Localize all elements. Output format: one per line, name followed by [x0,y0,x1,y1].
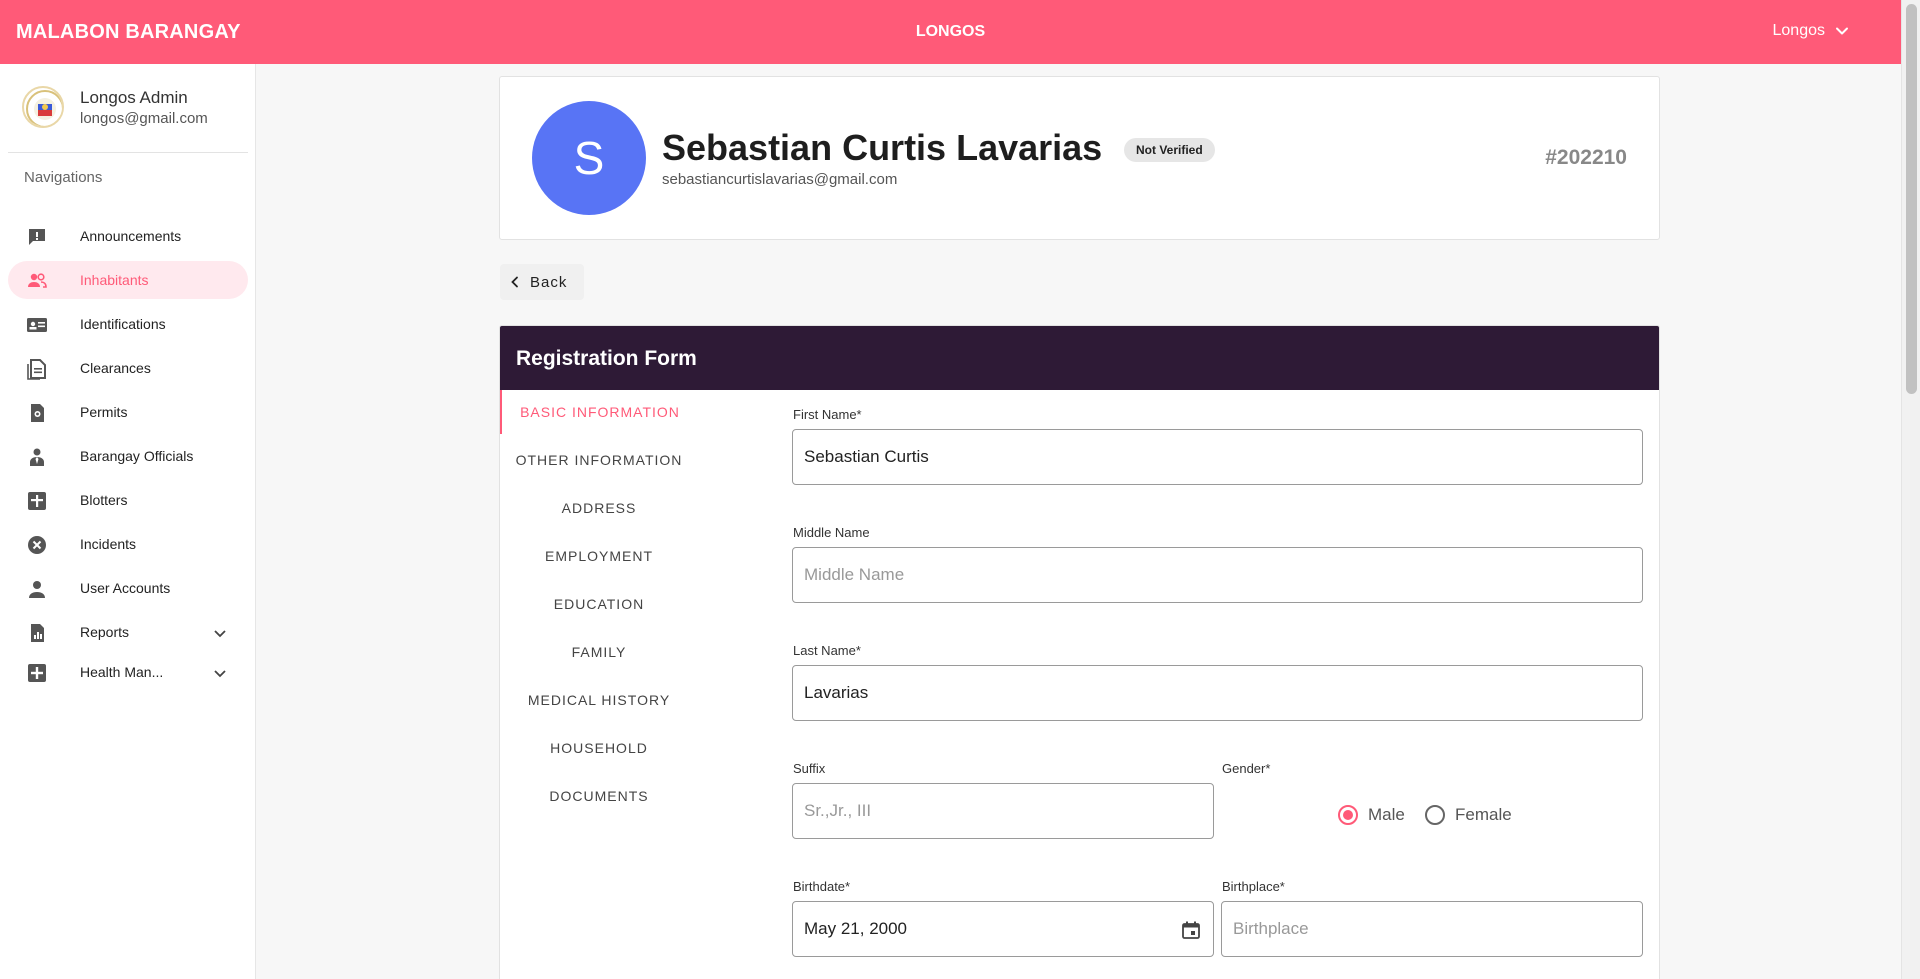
tab-address[interactable]: ADDRESS [500,486,698,530]
gender-label: Gender* [1222,761,1271,776]
sidebar-item-inhabitants[interactable]: Inhabitants [8,261,248,299]
sidebar-item-label: Barangay Officials [80,448,194,464]
sidebar-item-label: Incidents [80,536,137,552]
tab-education[interactable]: EDUCATION [500,582,698,626]
sidebar-item-label: Reports [80,624,130,640]
sidebar-item-label: Identifications [80,316,166,332]
middle-name-field[interactable]: Middle Name [792,547,1643,603]
back-button[interactable]: Back [500,264,584,300]
first-name-label: First Name* [793,407,862,422]
chevron-left-icon [511,276,518,288]
divider [8,152,248,153]
user-menu[interactable]: Longos [1773,22,1850,40]
people-icon [28,273,47,288]
sidebar-item-barangay-officials[interactable]: Barangay Officials [8,437,248,475]
last-name-label: Last Name* [793,643,861,658]
sidebar-item-health-management[interactable]: Health Man... [8,653,248,691]
first-name-value: Sebastian Curtis [804,447,929,466]
sidebar-item-reports[interactable]: Reports [8,613,248,651]
sidebar-item-label: Clearances [80,360,151,376]
top-bar: MALABON BARANGAY LONGOS Longos [0,0,1901,64]
middle-name-label: Middle Name [793,525,870,540]
sidebar-item-blotters[interactable]: Blotters [8,481,248,519]
suffix-placeholder: Sr.,Jr., III [804,801,872,820]
chevron-down-icon[interactable] [212,665,228,681]
inhabitant-id: #202210 [1545,146,1627,169]
gender-male-label[interactable]: Male [1368,805,1405,825]
permit-icon [31,404,44,422]
sidebar-item-announcements[interactable]: Announcements [8,217,248,255]
document-icon [27,359,46,380]
sidebar: Longos Admin longos@gmail.com Navigation… [0,64,256,979]
sidebar-item-label: Health Man... [80,664,164,680]
id-card-icon [27,318,47,332]
avatar: S [532,101,646,215]
sidebar-item-label: Permits [80,404,128,420]
inhabitant-profile-card: S Sebastian Curtis Lavarias Not Verified… [499,76,1660,240]
sidebar-item-label: User Accounts [80,580,171,596]
birthdate-value: May 21, 2000 [804,919,908,938]
sidebar-item-label: Inhabitants [80,272,149,288]
sidebar-item-label: Blotters [80,492,128,508]
sidebar-item-incidents[interactable]: Incidents [8,525,248,563]
barangay-title: LONGOS [915,23,986,40]
tab-household[interactable]: HOUSEHOLD [500,726,698,770]
birthdate-field[interactable]: May 21, 2000 [792,901,1214,957]
birthplace-field[interactable]: Birthplace [1221,901,1643,957]
suffix-label: Suffix [793,761,826,776]
sidebar-item-user-accounts[interactable]: User Accounts [8,569,248,607]
birthplace-label: Birthplace* [1222,879,1285,894]
tab-family[interactable]: FAMILY [500,630,698,674]
form-title: Registration Form [516,347,697,370]
tab-medical-history[interactable]: MEDICAL HISTORY [500,678,698,722]
admin-email: longos@gmail.com [80,110,208,127]
announcement-icon [29,229,45,245]
incident-icon [28,536,46,554]
gender-male-radio[interactable] [1338,805,1358,825]
nav-heading: Navigations [24,169,103,186]
first-name-field[interactable]: Sebastian Curtis [792,429,1643,485]
birthplace-placeholder: Birthplace [1233,919,1309,938]
report-icon [31,624,44,642]
sidebar-item-clearances[interactable]: Clearances [8,349,248,387]
health-icon [28,664,46,682]
sidebar-item-label: Announcements [80,228,182,244]
chevron-down-icon [1836,27,1848,35]
tab-basic-information[interactable]: BASIC INFORMATION [500,390,698,434]
tab-documents[interactable]: DOCUMENTS [500,774,698,818]
birthdate-label: Birthdate* [793,879,851,894]
middle-name-placeholder: Middle Name [804,565,905,584]
tab-other-information[interactable]: OTHER INFORMATION [500,438,698,482]
calendar-icon[interactable] [1181,920,1201,940]
scrollbar-thumb[interactable] [1906,4,1917,394]
inhabitant-email: sebastiancurtislavarias@gmail.com [662,171,898,188]
registration-form: Registration Form BASIC INFORMATION OTHE… [499,325,1660,979]
page-scrollbar[interactable] [1901,0,1920,979]
sidebar-item-permits[interactable]: Permits [8,393,248,431]
suffix-field[interactable]: Sr.,Jr., III [792,783,1214,839]
back-label: Back [530,274,568,291]
blotter-icon [28,492,46,510]
tab-employment[interactable]: EMPLOYMENT [500,534,698,578]
chevron-down-icon[interactable] [212,625,228,641]
gender-female-radio[interactable] [1425,805,1445,825]
sidebar-item-identifications[interactable]: Identifications [8,305,248,343]
form-header: Registration Form [500,326,1659,390]
status-badge: Not Verified [1124,138,1215,162]
user-icon [29,581,45,598]
inhabitant-name: Sebastian Curtis Lavarias [662,127,1103,168]
admin-name: Longos Admin [80,88,188,107]
admin-profile: Longos Admin longos@gmail.com [0,64,255,152]
last-name-field[interactable]: Lavarias [792,665,1643,721]
official-icon [30,448,44,466]
avatar [22,86,64,128]
user-menu-label: Longos [1772,22,1826,39]
last-name-value: Lavarias [804,683,869,702]
gender-female-label[interactable]: Female [1455,805,1512,825]
